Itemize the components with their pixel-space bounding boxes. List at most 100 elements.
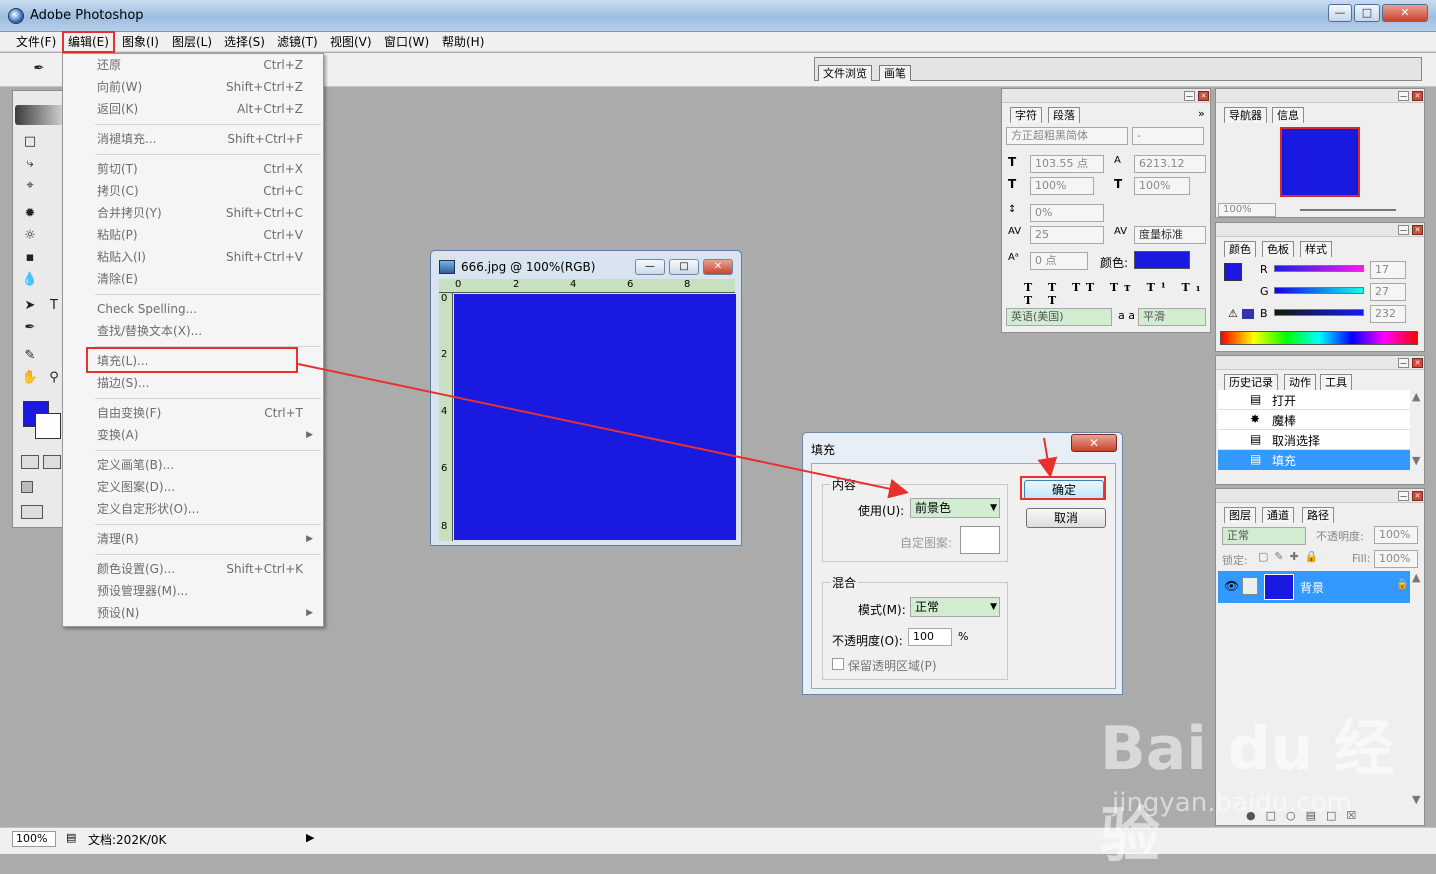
kerning-select[interactable]: 度量标准 <box>1134 226 1206 244</box>
history-item-label: 魔棒 <box>1272 414 1297 428</box>
text-style-buttons-icon[interactable]: T T TT Tт T¹ T₁ T T <box>1024 281 1210 307</box>
horizontal-scale-input[interactable]: 100% <box>1134 177 1190 195</box>
tracking-input[interactable]: 25 <box>1030 226 1104 244</box>
baseline-shift-icon: Aᵃ <box>1008 252 1019 263</box>
history-item[interactable]: ▤ 打开 <box>1218 390 1410 410</box>
leading-icon: A <box>1114 155 1121 166</box>
color-label: 颜色: <box>1100 256 1129 270</box>
tab-channels[interactable]: 通道 <box>1262 507 1294 523</box>
baseline-shift-input[interactable]: 0 点 <box>1030 252 1088 270</box>
history-item[interactable]: ✸ 魔棒 <box>1218 410 1410 430</box>
history-item-icon: ▤ <box>1250 432 1262 446</box>
fill-label: Fill: <box>1352 552 1371 565</box>
b-label: B <box>1260 307 1268 320</box>
font-style-select[interactable]: - <box>1132 127 1204 145</box>
panel-minimize-icon[interactable]: — <box>1398 225 1409 235</box>
status-menu-arrow-icon[interactable]: ▶ <box>306 831 314 844</box>
panel-close-icon[interactable]: ✕ <box>1412 491 1423 501</box>
eye-visibility-icon[interactable]: 👁 <box>1224 579 1239 593</box>
baidu-watermark: Bai du 经验 <box>1100 714 1395 871</box>
language-select[interactable]: 英语(美国) <box>1006 308 1112 326</box>
tab-layers[interactable]: 图层 <box>1224 507 1256 523</box>
history-scroll-up-icon[interactable]: ▲ <box>1412 390 1420 403</box>
panel-menu-icon[interactable]: » <box>1198 107 1205 120</box>
font-size-input[interactable]: 103.55 点 <box>1030 155 1104 173</box>
tab-info[interactable]: 信息 <box>1272 107 1304 123</box>
panel-minimize-icon[interactable]: — <box>1398 491 1409 501</box>
antialias-label: a a <box>1118 309 1135 322</box>
layer-name: 背景 <box>1300 581 1325 595</box>
layer-fill-input[interactable]: 100% <box>1374 550 1418 568</box>
history-item[interactable]: ▤ 取消选择 <box>1218 430 1410 450</box>
antialias-select[interactable]: 平滑 <box>1138 308 1206 326</box>
tab-paths[interactable]: 路径 <box>1302 507 1334 523</box>
brush-link-icon <box>1242 577 1258 595</box>
panel-titlebar <box>1216 356 1424 370</box>
r-label: R <box>1260 263 1268 276</box>
history-item-label: 取消选择 <box>1272 434 1321 448</box>
out-of-gamut-icon[interactable]: ⚠ <box>1228 307 1238 320</box>
layer-lock-icon: 🔒 <box>1396 579 1409 590</box>
layer-thumbnail <box>1264 574 1294 600</box>
panel-titlebar <box>1216 223 1424 237</box>
text-color-swatch[interactable] <box>1134 251 1190 269</box>
tracking-icon: AV <box>1008 226 1022 237</box>
panel-titlebar <box>1216 489 1424 503</box>
navigator-zoom-input[interactable]: 100% <box>1218 203 1276 217</box>
color-ramp[interactable] <box>1220 331 1418 345</box>
arrow-to-use-select <box>297 363 909 499</box>
panel-close-icon[interactable]: ✕ <box>1412 358 1423 368</box>
lock-label: 锁定: <box>1222 554 1248 567</box>
history-item-icon: ▤ <box>1250 392 1262 406</box>
r-slider[interactable] <box>1274 265 1364 272</box>
vertical-scale-icon: T <box>1008 177 1017 191</box>
zoom-input[interactable]: 100% <box>12 831 56 847</box>
leading-input[interactable]: 6213.12 <box>1134 155 1206 173</box>
panel-close-icon[interactable]: ✕ <box>1412 91 1423 101</box>
vertical-scale-input[interactable]: 100% <box>1030 177 1094 195</box>
baidu-watermark-url: jingyan.baidu.com <box>1112 788 1352 818</box>
panel-minimize-icon[interactable]: — <box>1398 358 1409 368</box>
history-item-label: 打开 <box>1272 394 1297 408</box>
history-scroll-down-icon[interactable]: ▼ <box>1412 454 1420 467</box>
layers-scroll-up-icon[interactable]: ▲ <box>1412 571 1420 584</box>
tab-navigator[interactable]: 导航器 <box>1224 107 1267 123</box>
panel-close-icon[interactable]: ✕ <box>1198 91 1209 101</box>
tab-styles[interactable]: 样式 <box>1300 241 1332 257</box>
g-label: G <box>1260 285 1269 298</box>
document-info: 文档:202K/0K <box>88 833 167 847</box>
layer-opacity-input[interactable]: 100% <box>1374 526 1418 544</box>
r-input[interactable]: 17 <box>1370 261 1406 279</box>
panel-close-icon[interactable]: ✕ <box>1412 225 1423 235</box>
g-slider[interactable] <box>1274 287 1364 294</box>
lock-options-icon[interactable]: ▢✎✚🔒 <box>1258 550 1325 563</box>
tab-paragraph[interactable]: 段落 <box>1048 107 1080 123</box>
panel-minimize-icon[interactable]: — <box>1398 91 1409 101</box>
fg-color-swatch[interactable] <box>1224 263 1242 281</box>
tab-character[interactable]: 字符 <box>1010 107 1042 123</box>
history-item-icon: ▤ <box>1250 452 1262 466</box>
gamut-color-swatch <box>1242 309 1254 319</box>
b-input[interactable]: 232 <box>1370 305 1406 323</box>
tab-swatches[interactable]: 色板 <box>1262 241 1294 257</box>
b-slider[interactable] <box>1274 309 1364 316</box>
color-panel: — ✕ 颜色 色板 样式 R 17 G 27 ⚠ B 232 <box>1215 222 1425 352</box>
tab-actions[interactable]: 动作 <box>1284 374 1316 390</box>
horizontal-scale-icon: T <box>1114 177 1123 191</box>
layer-row-background[interactable]: 👁 背景 🔒 <box>1218 571 1410 603</box>
tab-tools[interactable]: 工具 <box>1320 374 1352 390</box>
panel-titlebar <box>1216 89 1424 103</box>
character-panel: — ✕ 字符 段落 » 方正超粗黑简体 - T 103.55 点 A 6213.… <box>1001 88 1211 333</box>
g-input[interactable]: 27 <box>1370 283 1406 301</box>
layer-opacity-label: 不透明度: <box>1316 530 1364 543</box>
tab-history[interactable]: 历史记录 <box>1224 374 1278 390</box>
baseline-scale-input[interactable]: 0% <box>1030 204 1104 222</box>
layer-blend-mode-select[interactable]: 正常 <box>1222 527 1306 545</box>
panel-minimize-icon[interactable]: — <box>1184 91 1195 101</box>
navigator-zoom-slider[interactable] <box>1300 209 1396 211</box>
font-family-select[interactable]: 方正超粗黑简体 <box>1006 127 1128 145</box>
tab-color[interactable]: 颜色 <box>1224 241 1256 257</box>
history-item-selected[interactable]: ▤ 填充 <box>1218 450 1410 470</box>
navigator-thumbnail[interactable] <box>1280 127 1360 197</box>
baseline-scale-icon: ↕ <box>1008 204 1017 215</box>
